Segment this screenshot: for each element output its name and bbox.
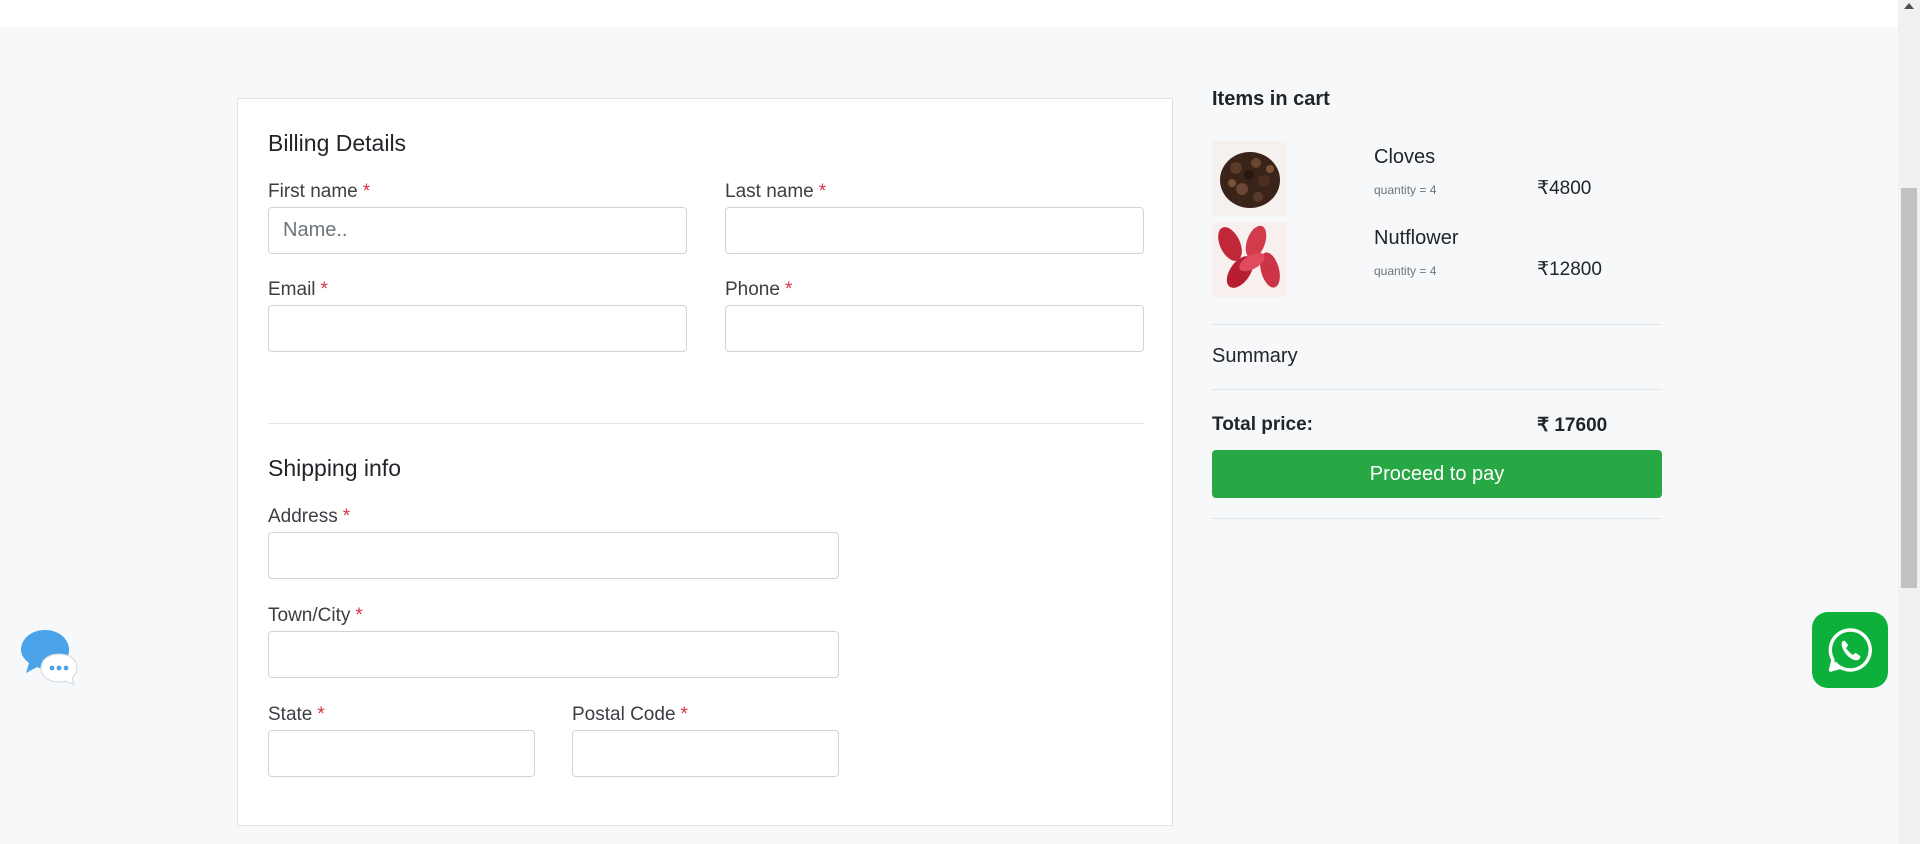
cart-divider xyxy=(1212,324,1662,325)
required-marker: * xyxy=(362,181,371,202)
top-header-bar xyxy=(0,0,1898,27)
postal-code-input[interactable] xyxy=(572,730,839,777)
last-name-input[interactable] xyxy=(725,207,1144,254)
scroll-up-arrow-icon[interactable] xyxy=(1904,3,1914,9)
address-label: Address * xyxy=(268,506,351,527)
first-name-input[interactable] xyxy=(268,207,687,254)
city-label: Town/City * xyxy=(268,605,363,626)
pay-divider xyxy=(1212,518,1662,519)
first-name-label: First name * xyxy=(268,181,371,202)
city-input[interactable] xyxy=(268,631,839,678)
summary-divider xyxy=(1212,389,1662,390)
phone-input[interactable] xyxy=(725,305,1144,352)
checkout-form-card: Billing Details First name* Last name* E… xyxy=(237,98,1173,826)
required-marker: * xyxy=(342,506,351,527)
chat-bubble-icon[interactable] xyxy=(18,626,80,688)
email-input[interactable] xyxy=(268,305,687,352)
cart-title: Items in cart xyxy=(1212,88,1330,110)
whatsapp-button[interactable] xyxy=(1812,612,1888,688)
phone-label: Phone * xyxy=(725,279,793,300)
billing-title: Billing Details xyxy=(268,130,407,156)
cart-item-name: Cloves xyxy=(1374,146,1436,168)
postal-code-label: Postal Code * xyxy=(572,704,688,725)
page-scrollbar[interactable] xyxy=(1898,0,1920,844)
address-input[interactable] xyxy=(268,532,839,579)
total-price-label: Total price: xyxy=(1212,414,1313,435)
nutflower-image xyxy=(1212,222,1287,297)
email-label: Email * xyxy=(268,279,328,300)
cart-item-price: ₹12800 xyxy=(1537,259,1602,280)
cart-item-name: Nutflower xyxy=(1374,227,1459,249)
cloves-image xyxy=(1212,141,1287,216)
cart-item-quantity: quantity = 4 xyxy=(1374,183,1437,197)
total-price-value: ₹ 17600 xyxy=(1537,415,1608,436)
whatsapp-icon xyxy=(1828,628,1872,672)
proceed-to-pay-button[interactable]: Proceed to pay xyxy=(1212,450,1662,498)
summary-heading: Summary xyxy=(1212,345,1298,367)
required-marker: * xyxy=(784,279,793,300)
cart-item-price: ₹4800 xyxy=(1537,178,1592,199)
section-divider xyxy=(268,423,1144,424)
scrollbar-thumb[interactable] xyxy=(1901,188,1917,588)
required-marker: * xyxy=(355,605,363,626)
state-input[interactable] xyxy=(268,730,535,777)
state-label: State * xyxy=(268,704,325,725)
required-marker: * xyxy=(680,704,688,725)
shipping-title: Shipping info xyxy=(268,455,401,481)
cart-item-quantity: quantity = 4 xyxy=(1374,264,1437,278)
last-name-label: Last name * xyxy=(725,181,827,202)
required-marker: * xyxy=(320,279,328,300)
required-marker: * xyxy=(317,704,325,725)
required-marker: * xyxy=(818,181,827,202)
